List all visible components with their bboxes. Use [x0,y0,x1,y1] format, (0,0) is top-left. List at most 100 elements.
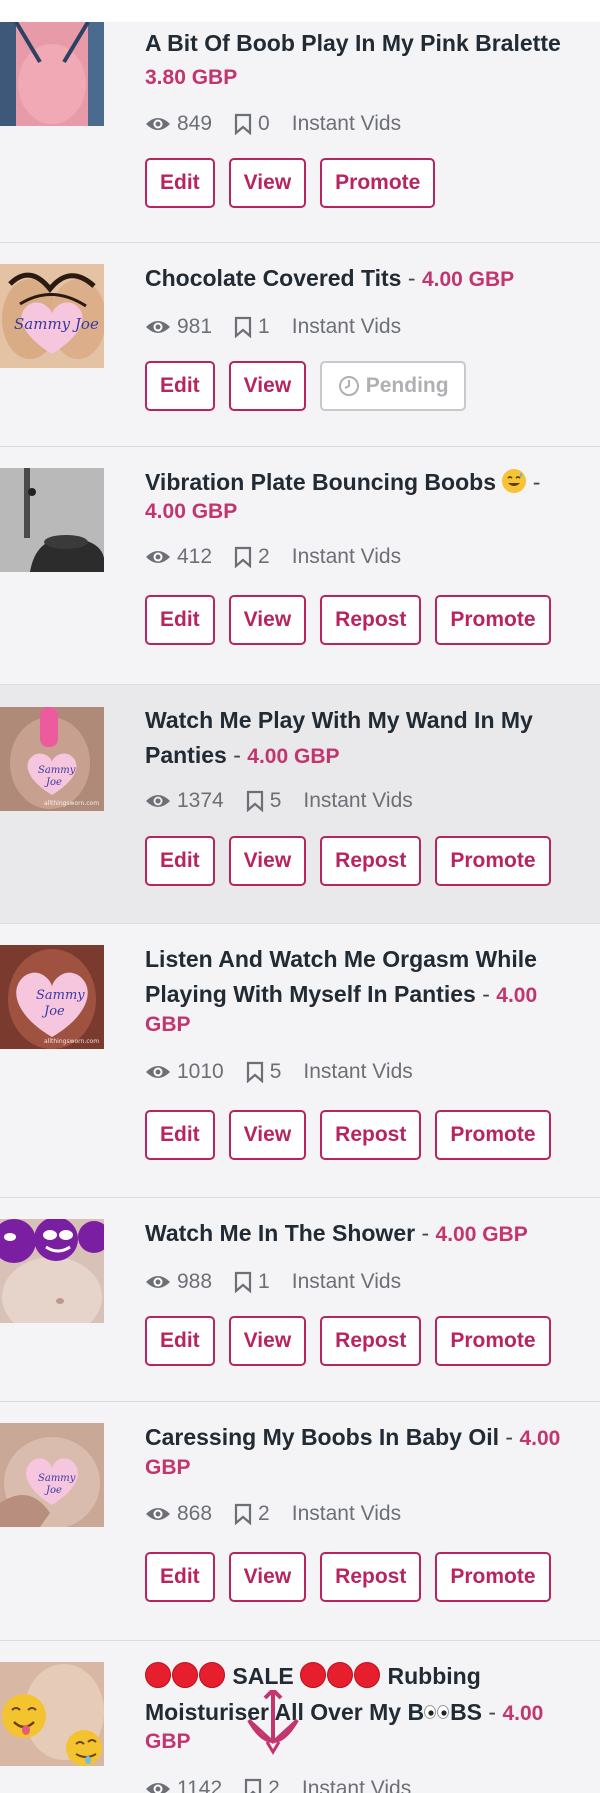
bookmark-icon [246,790,264,812]
eye-icon [145,318,171,336]
video-thumbnail[interactable] [0,22,104,126]
video-price: 4.00 [519,1427,561,1450]
video-thumbnail[interactable]: Sammy Joe allthingsworn.com [0,945,104,1049]
video-title[interactable]: A Bit Of Boob Play In My Pink Bralette [145,26,561,61]
video-thumbnail[interactable] [0,1219,104,1323]
bow-arrow-icon[interactable] [243,1690,303,1780]
video-list: A Bit Of Boob Play In My Pink Bralette 3… [0,22,600,1793]
edit-button[interactable]: Edit [145,1316,215,1366]
video-title[interactable]: Chocolate Covered Tits - 4.00 GBP [145,261,514,297]
promote-button[interactable]: Promote [320,158,436,208]
list-item: Sammy Joe allthingsworn.com Listen And W… [0,924,600,1198]
video-thumbnail[interactable]: Sammy Joe allthingsworn.com [0,707,104,811]
view-count: 1010 [177,1060,224,1083]
video-thumbnail[interactable] [0,468,104,572]
promote-button[interactable]: Promote [435,1552,551,1602]
action-buttons: Edit View Pending [145,361,467,411]
list-item: Vibration Plate Bouncing Boobs - 4.00 GB… [0,447,600,685]
eye-icon [145,115,171,133]
action-buttons: Edit View Repost Promote [145,595,551,645]
view-button[interactable]: View [228,1552,307,1602]
edit-button[interactable]: Edit [145,361,215,411]
video-price: 4.00 [502,1702,544,1725]
save-count: 5 [269,789,282,812]
view-button[interactable]: View [228,361,307,411]
list-item: Watch Me In The Shower - 4.00 GBP 988 1 … [0,1198,600,1402]
promote-button[interactable]: Promote [435,1316,551,1366]
video-stats: 1010 5 Instant Vids [145,1060,413,1084]
eyes-emoji-icon [424,1694,450,1719]
promote-button[interactable]: Promote [435,1110,551,1160]
red-circle-icon [354,1662,381,1688]
repost-button[interactable]: Repost [320,836,422,886]
video-title-line2[interactable]: Panties - 4.00 GBP [145,738,340,774]
video-category: Instant Vids [291,315,402,338]
action-buttons: Edit View Repost Promote [145,836,551,886]
list-item: Sammy Joe Chocolate Covered Tits - 4.00 … [0,243,600,447]
video-stats: 412 2 Instant Vids [145,545,401,569]
video-price-currency: GBP [145,1013,191,1036]
save-count: 2 [258,1502,270,1525]
view-button[interactable]: View [228,836,307,886]
repost-button[interactable]: Repost [320,1110,422,1160]
edit-button[interactable]: Edit [145,1110,215,1160]
top-bar [0,0,600,23]
video-price: 4.00 [496,984,538,1007]
video-category: Instant Vids [291,545,402,568]
video-title[interactable]: Listen And Watch Me Orgasm While [145,942,537,977]
bookmark-icon [234,316,252,338]
svg-text:Joe: Joe [44,1485,62,1496]
repost-button[interactable]: Repost [320,1316,422,1366]
bookmark-icon [234,113,252,135]
list-item: Sammy Joe Caressing My Boobs In Baby Oil… [0,1402,600,1641]
thumbnail-watermark: allthingsworn.com [44,800,100,807]
video-thumbnail[interactable]: Sammy Joe [0,1423,104,1527]
red-circle-icon [327,1662,354,1688]
sweat-smile-emoji-icon [502,469,527,493]
promote-button[interactable]: Promote [435,836,551,886]
eye-icon [145,1505,171,1523]
eye-icon [145,792,171,810]
video-stats: 868 2 Instant Vids [145,1502,401,1526]
view-button[interactable]: View [228,1316,307,1366]
edit-button[interactable]: Edit [145,158,215,208]
video-title[interactable]: Caressing My Boobs In Baby Oil - 4.00 [145,1420,560,1456]
eye-icon [145,1780,171,1793]
edit-button[interactable]: Edit [145,1552,215,1602]
svg-text:Sammy: Sammy [38,1473,76,1484]
eye-icon [145,1063,171,1081]
view-button[interactable]: View [228,595,307,645]
video-category: Instant Vids [301,1777,412,1793]
video-title-line2[interactable]: Moisturiser All Over My B BS - 4.00 [145,1694,543,1731]
video-price: 3.80 GBP [145,66,238,89]
promote-button[interactable]: Promote [435,595,551,645]
video-thumbnail[interactable] [0,1662,104,1766]
save-count: 1 [258,315,270,338]
video-category: Instant Vids [291,1502,402,1525]
video-stats: 988 1 Instant Vids [145,1270,401,1294]
svg-text:Joe: Joe [41,1004,65,1019]
svg-text:Sammy: Sammy [38,765,76,776]
video-title[interactable]: Watch Me Play With My Wand In My [145,703,533,738]
svg-text:Joe: Joe [44,777,62,788]
video-title[interactable]: SALE Rubbing [145,1659,481,1694]
video-title[interactable]: Watch Me In The Shower - 4.00 GBP [145,1216,528,1252]
video-title[interactable]: Vibration Plate Bouncing Boobs - [145,465,540,500]
video-price-currency: GBP [145,1730,191,1753]
edit-button[interactable]: Edit [145,595,215,645]
video-title-line2[interactable]: Playing With Myself In Panties - 4.00 [145,977,537,1013]
view-button[interactable]: View [228,158,307,208]
red-circle-icon [199,1662,225,1688]
repost-button[interactable]: Repost [320,1552,422,1602]
red-circle-icon [300,1662,327,1688]
video-thumbnail[interactable]: Sammy Joe [0,264,104,368]
repost-button[interactable]: Repost [320,595,422,645]
action-buttons: Edit View Promote [145,158,436,208]
edit-button[interactable]: Edit [145,836,215,886]
video-price: 4.00 GBP [435,1223,528,1246]
video-stats: 981 1 Instant Vids [145,315,401,339]
view-button[interactable]: View [228,1110,307,1160]
view-count: 868 [177,1502,213,1525]
view-count: 1142 [177,1777,223,1793]
video-category: Instant Vids [291,1270,402,1293]
